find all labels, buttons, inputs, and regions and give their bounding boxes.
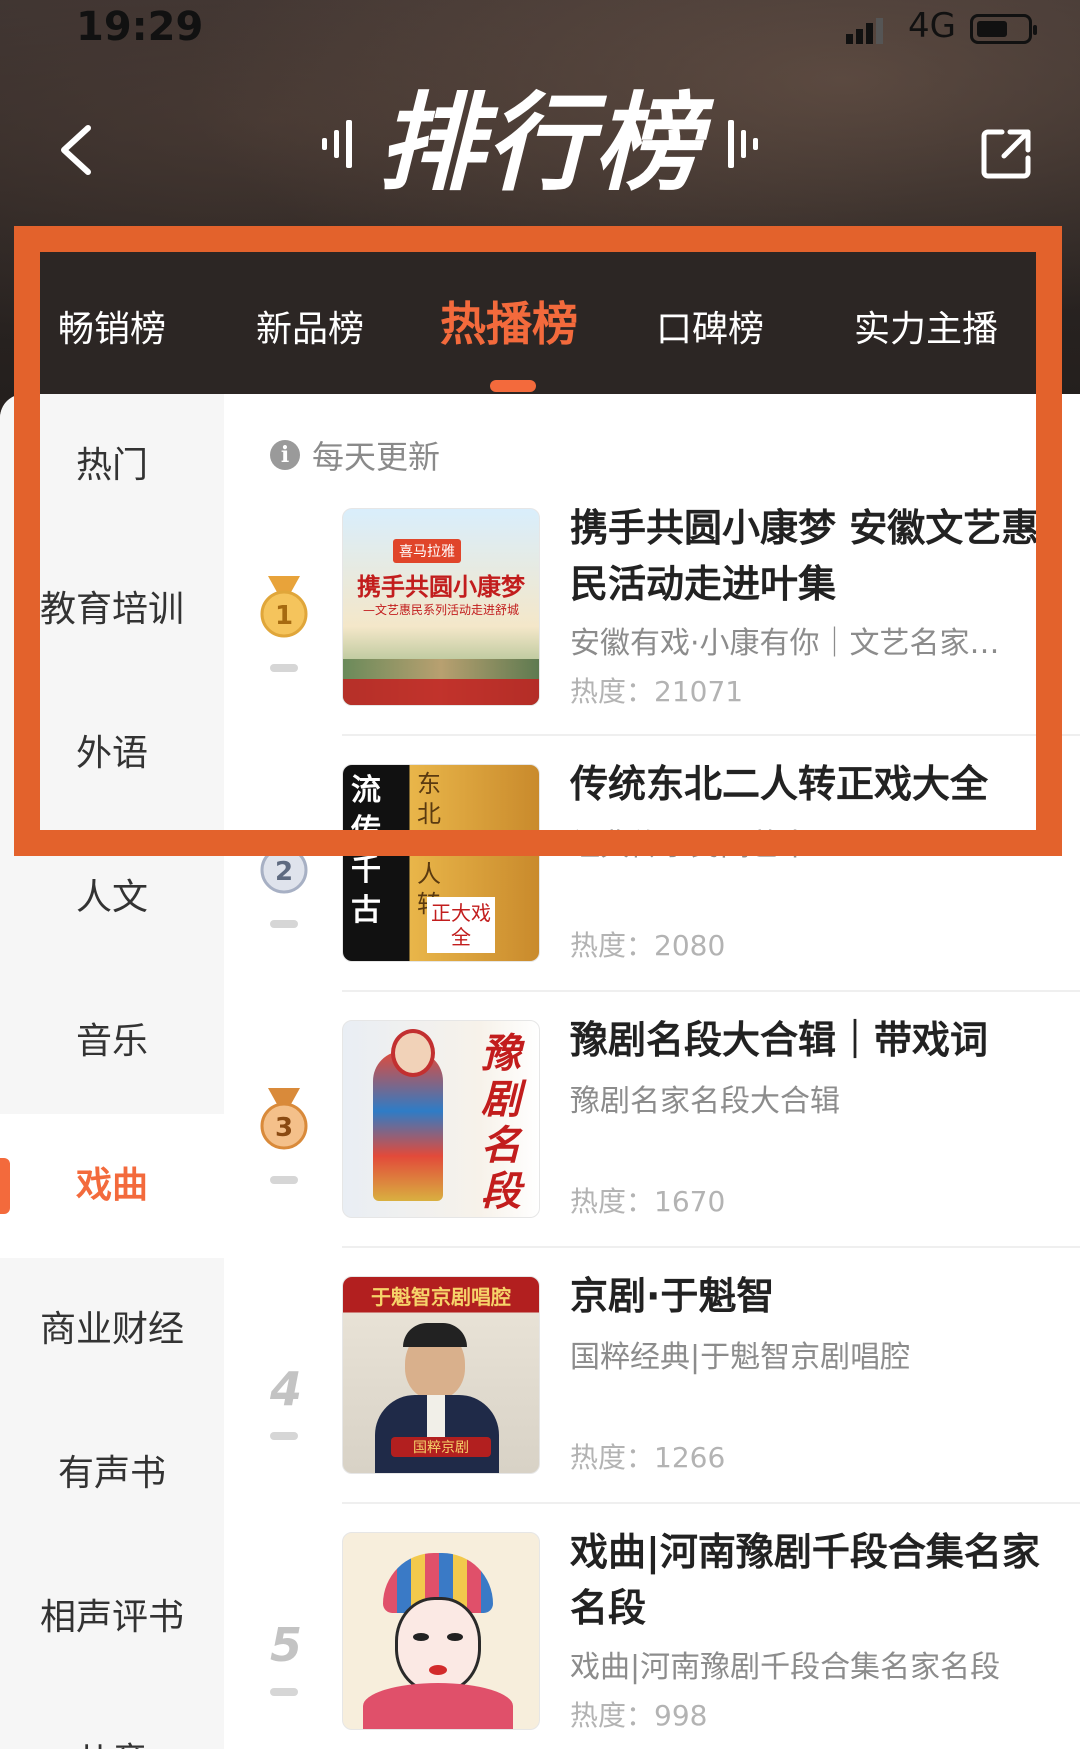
item-heat: 热度：2080 xyxy=(570,929,726,962)
sidebar-item-label: 戏曲 xyxy=(75,1165,148,1206)
tab-hot[interactable]: 热播榜 xyxy=(440,288,578,354)
cover-text: —文艺惠民系列活动走进舒城 xyxy=(362,603,519,617)
cover-image xyxy=(342,1532,540,1730)
svg-text:3: 3 xyxy=(275,1113,293,1143)
cover-text: 流传千古 xyxy=(351,773,381,928)
item-title: 携手共圆小康梦 安徽文艺惠民活动走进叶集 xyxy=(570,506,1040,606)
list-item[interactable]: 1 喜马拉雅 携手共圆小康梦 —文艺惠民系列活动走进舒城 携手共圆小康梦 安徽文… xyxy=(224,506,1080,764)
sidebar-item-opera[interactable]: 戏曲 xyxy=(0,1114,224,1258)
gold-medal-icon: 1 xyxy=(260,576,308,638)
silver-medal-icon: 2 xyxy=(260,832,308,894)
item-subtitle: 安徽有戏·小康有你｜文艺名家… xyxy=(570,626,1000,661)
item-subtitle: 国粹经典|于魁智京剧唱腔 xyxy=(570,1340,911,1375)
cover-text: 正大戏全 xyxy=(427,897,495,953)
cover-image: 豫剧名段 xyxy=(342,1020,540,1218)
rank-trend-flat xyxy=(270,920,298,928)
tab-bestseller[interactable]: 畅销榜 xyxy=(58,300,166,352)
divider xyxy=(342,1502,1080,1504)
list-item[interactable]: 5 戏曲|河南豫剧千段合集名家名段 戏曲|河南豫剧千段合集名家名段 热度：998 xyxy=(224,1530,1080,1749)
update-note-text: 每天更新 xyxy=(312,438,441,476)
item-title: 京剧·于魁智 xyxy=(570,1274,775,1318)
divider xyxy=(342,990,1080,992)
svg-text:1: 1 xyxy=(275,601,293,631)
item-heat: 热度：21071 xyxy=(570,675,744,708)
sidebar-item-hot[interactable]: 热门 xyxy=(0,394,224,538)
sidebar-item-children[interactable]: 儿童 xyxy=(0,1690,224,1749)
sidebar-item-humanities[interactable]: 人文 xyxy=(0,826,224,970)
cover-text: 携手共圆小康梦 xyxy=(357,573,525,601)
battery-icon xyxy=(970,14,1037,44)
signal-icon xyxy=(846,18,883,44)
rank-number: 4 xyxy=(269,1362,302,1416)
rank-number: 5 xyxy=(269,1618,302,1672)
item-title: 传统东北二人转正戏大全 xyxy=(570,762,989,806)
sound-wave-icon xyxy=(322,120,352,168)
page-title: 排行榜 xyxy=(378,82,702,205)
ranking-tabs: 畅销榜 新品榜 热播榜 口碑榜 实力主播 xyxy=(38,252,1058,394)
category-sidebar: 热门 教育培训 外语 人文 音乐 戏曲 商业财经 有声书 相声评书 儿童 xyxy=(0,394,224,1749)
sidebar-item-music[interactable]: 音乐 xyxy=(0,970,224,1114)
update-note: i 每天更新 xyxy=(270,432,440,478)
svg-text:2: 2 xyxy=(275,857,293,887)
network-type: 4G xyxy=(908,6,956,46)
status-time: 19:29 xyxy=(76,4,204,50)
item-heat: 热度：1266 xyxy=(570,1441,726,1474)
sidebar-item-business[interactable]: 商业财经 xyxy=(0,1258,224,1402)
tab-new[interactable]: 新品榜 xyxy=(256,300,364,352)
sidebar-item-education[interactable]: 教育培训 xyxy=(0,538,224,682)
item-heat: 热度：998 xyxy=(570,1699,708,1732)
rank-trend-flat xyxy=(270,1176,298,1184)
rank-trend-flat xyxy=(270,1432,298,1440)
rank-trend-flat xyxy=(270,1688,298,1696)
list-item[interactable]: 2 流传千古 东北二人转 正大戏全 传统东北二人转正戏大全 经典传承民间艺术 热… xyxy=(224,762,1080,1020)
item-subtitle: 戏曲|河南豫剧千段合集名家名段 xyxy=(570,1650,1001,1685)
sidebar-item-crosstalk[interactable]: 相声评书 xyxy=(0,1546,224,1690)
title-wrap: 排行榜 xyxy=(0,84,1080,204)
cover-text: 国粹京剧 xyxy=(391,1437,491,1457)
item-subtitle: 经典传承民间艺术 xyxy=(570,828,810,863)
cover-image: 于魁智京剧唱腔 国粹京剧 xyxy=(342,1276,540,1474)
tab-top-anchor[interactable]: 实力主播 xyxy=(854,300,998,352)
active-indicator xyxy=(0,1158,10,1214)
list-item[interactable]: 3 豫剧名段 豫剧名段大合辑｜带戏词 豫剧名家名段大合辑 热度：1670 xyxy=(224,1018,1080,1276)
content-panel: 热门 教育培训 外语 人文 音乐 戏曲 商业财经 有声书 相声评书 儿童 i 每… xyxy=(0,394,1080,1749)
cover-image: 流传千古 东北二人转 正大戏全 xyxy=(342,764,540,962)
item-title: 豫剧名段大合辑｜带戏词 xyxy=(570,1018,989,1062)
divider xyxy=(342,734,1080,736)
cover-logo: 喜马拉雅 xyxy=(393,539,461,563)
info-icon: i xyxy=(270,440,300,470)
item-title: 戏曲|河南豫剧千段合集名家名段 xyxy=(570,1530,1040,1630)
cover-text: 豫剧名段 xyxy=(481,1030,521,1215)
item-subtitle: 豫剧名家名段大合辑 xyxy=(570,1084,840,1119)
tab-indicator xyxy=(490,380,536,392)
sidebar-item-language[interactable]: 外语 xyxy=(0,682,224,826)
bronze-medal-icon: 3 xyxy=(260,1088,308,1150)
list-item[interactable]: 4 于魁智京剧唱腔 国粹京剧 京剧·于魁智 国粹经典|于魁智京剧唱腔 热度：12… xyxy=(224,1274,1080,1532)
cover-image: 喜马拉雅 携手共圆小康梦 —文艺惠民系列活动走进舒城 xyxy=(342,508,540,706)
item-heat: 热度：1670 xyxy=(570,1185,726,1218)
sound-wave-icon xyxy=(728,120,758,168)
rank-trend-flat xyxy=(270,664,298,672)
sidebar-item-audiobook[interactable]: 有声书 xyxy=(0,1402,224,1546)
share-icon[interactable] xyxy=(980,126,1034,180)
status-bar: 19:29 4G xyxy=(0,0,1080,60)
tab-reputation[interactable]: 口碑榜 xyxy=(656,300,764,352)
cover-text: 于魁智京剧唱腔 xyxy=(371,1285,511,1309)
divider xyxy=(342,1246,1080,1248)
